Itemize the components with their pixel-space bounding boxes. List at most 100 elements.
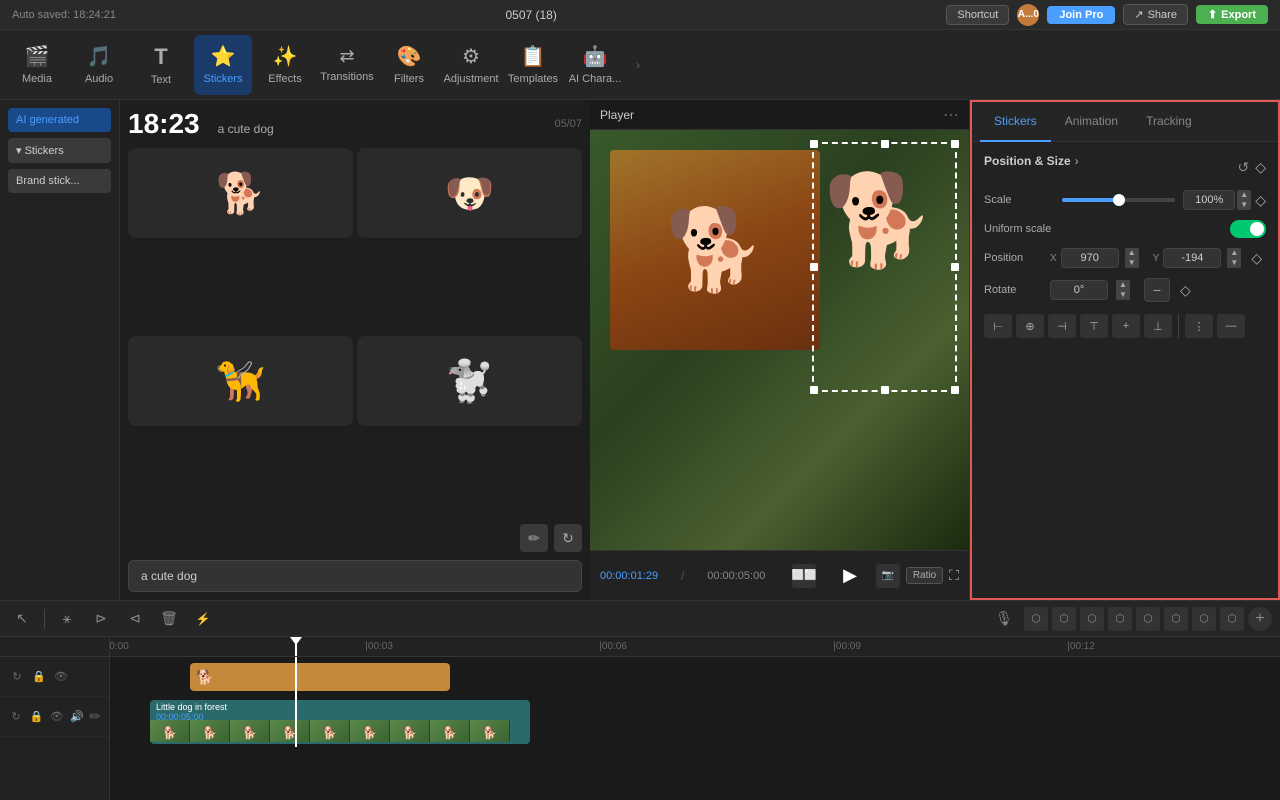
align-right-button[interactable]: ⊣	[1048, 314, 1076, 338]
timeline-btn-4[interactable]: ⬡	[1108, 607, 1132, 631]
ratio-button[interactable]: Ratio	[906, 567, 943, 584]
timeline-btn-5[interactable]: ⬡	[1136, 607, 1160, 631]
video-edit-button[interactable]: ✏	[89, 708, 101, 725]
sticker-eye-button[interactable]: 👁	[52, 668, 70, 686]
timeline-btn-3[interactable]: ⬡	[1080, 607, 1104, 631]
video-audio-button[interactable]: 🔊	[69, 708, 85, 726]
tab-tracking[interactable]: Tracking	[1132, 102, 1206, 142]
ai-generated-button[interactable]: AI generated	[8, 108, 111, 132]
sticker-edit-button[interactable]: ✏	[520, 524, 548, 552]
frame-type-button[interactable]: ⬜⬜	[792, 564, 816, 588]
video-clip[interactable]: Little dog in forest 00:00:05:00 🐕 🐕 🐕 🐕…	[150, 700, 530, 744]
fullscreen-button[interactable]: ⛶	[949, 567, 959, 584]
tool-stickers[interactable]: ⭐ Stickers	[194, 35, 252, 95]
y-down-button[interactable]: ▼	[1227, 258, 1241, 268]
sticker-loop-button[interactable]: ↻	[8, 668, 26, 686]
reset-position-button[interactable]: ↺	[1237, 159, 1249, 176]
align-top-button[interactable]: ⊤	[1080, 314, 1108, 338]
tool-media[interactable]: 🎬 Media	[8, 35, 66, 95]
sticker-clip[interactable]: 🐕	[190, 663, 450, 691]
scale-diamond-button[interactable]: ◇	[1255, 192, 1266, 209]
sticker-lock-button[interactable]: 🔒	[30, 668, 48, 686]
select-tool-button[interactable]: ↖	[8, 605, 36, 633]
trim-end-button[interactable]: ⊲	[121, 605, 149, 633]
distribute-h-button[interactable]: ⋮	[1185, 314, 1213, 338]
x-up-button[interactable]: ▲	[1125, 248, 1139, 258]
rotate-up-button[interactable]: ▲	[1116, 280, 1130, 290]
sticker-item-1[interactable]: 🐕	[128, 148, 353, 238]
ruler-mark-9: |00:09	[833, 641, 861, 652]
video-lock-button[interactable]: 🔒	[28, 708, 44, 726]
timeline-btn-2[interactable]: ⬡	[1052, 607, 1076, 631]
speed-button[interactable]: ⚡	[189, 605, 217, 633]
tool-templates[interactable]: 📋 Templates	[504, 35, 562, 95]
timeline-btn-7[interactable]: ⬡	[1192, 607, 1216, 631]
align-center-v-button[interactable]: +	[1112, 314, 1140, 338]
sticker-item-3[interactable]: 🦮	[128, 336, 353, 426]
tab-stickers[interactable]: Stickers	[980, 102, 1051, 142]
handle-tc[interactable]	[881, 140, 889, 148]
timeline-btn-8[interactable]: ⬡	[1220, 607, 1244, 631]
tool-text[interactable]: T Text	[132, 35, 190, 95]
join-pro-button[interactable]: Join Pro	[1047, 6, 1115, 24]
y-up-button[interactable]: ▲	[1227, 248, 1241, 258]
play-button[interactable]: ▶	[843, 565, 857, 586]
tool-filters[interactable]: 🎨 Filters	[380, 35, 438, 95]
handle-bc[interactable]	[881, 386, 889, 394]
tool-transitions[interactable]: ⇄ Transitions	[318, 35, 376, 95]
playhead[interactable]	[295, 637, 297, 656]
brand-stickers-button[interactable]: Brand stick...	[8, 169, 111, 193]
handle-br[interactable]	[951, 386, 959, 394]
scale-down-button[interactable]: ▼	[1237, 200, 1251, 210]
rotate-minus-button[interactable]: −	[1144, 278, 1170, 302]
split-button[interactable]: ⚹	[53, 605, 81, 633]
diamond-reset-button[interactable]: ◇	[1255, 159, 1266, 176]
timeline-add-button[interactable]: +	[1248, 607, 1272, 631]
tool-ai-chars[interactable]: 🤖 AI Chara...	[566, 35, 624, 95]
player-menu-icon[interactable]: ⋯	[943, 105, 959, 125]
tool-adjustment[interactable]: ⚙ Adjustment	[442, 35, 500, 95]
sticker-item-2[interactable]: 🐶	[357, 148, 582, 238]
search-input[interactable]	[128, 560, 582, 592]
distribute-v-button[interactable]: —	[1217, 314, 1245, 338]
selection-box[interactable]	[812, 142, 957, 392]
handle-tr[interactable]	[951, 140, 959, 148]
export-button[interactable]: ⬆ Export	[1196, 5, 1268, 24]
align-left-button[interactable]: ⊢	[984, 314, 1012, 338]
position-diamond-button[interactable]: ◇	[1251, 250, 1262, 267]
stickers-category-button[interactable]: ▾ Stickers	[8, 138, 111, 163]
delete-button[interactable]: 🗑	[155, 605, 183, 633]
tool-effects[interactable]: ✨ Effects	[256, 35, 314, 95]
scale-slider[interactable]	[1062, 192, 1175, 208]
align-bottom-button[interactable]: ⊥	[1144, 314, 1172, 338]
handle-bl[interactable]	[810, 386, 818, 394]
uniform-scale-toggle[interactable]	[1230, 220, 1266, 238]
camera-btn[interactable]: 📷	[876, 564, 900, 588]
rotate-input[interactable]	[1050, 280, 1108, 300]
scale-slider-thumb[interactable]	[1113, 194, 1125, 206]
tool-audio[interactable]: 🎵 Audio	[70, 35, 128, 95]
timeline-btn-6[interactable]: ⬡	[1164, 607, 1188, 631]
x-input[interactable]	[1061, 248, 1119, 268]
share-button[interactable]: ↗ Share	[1123, 4, 1188, 25]
toolbar-more[interactable]: ›	[628, 35, 648, 95]
y-input[interactable]	[1163, 248, 1221, 268]
sticker-item-4[interactable]: 🐩	[357, 336, 582, 426]
shortcut-button[interactable]: Shortcut	[946, 5, 1009, 25]
video-eye-button[interactable]: 👁	[49, 708, 65, 726]
rotate-diamond-button[interactable]: ◇	[1180, 282, 1191, 299]
timeline-btn-1[interactable]: ⬡	[1024, 607, 1048, 631]
sticker-refresh-button[interactable]: ↻	[554, 524, 582, 552]
handle-ml[interactable]	[810, 263, 818, 271]
scale-input[interactable]	[1183, 190, 1235, 210]
tab-animation[interactable]: Animation	[1051, 102, 1132, 142]
scale-up-button[interactable]: ▲	[1237, 190, 1251, 200]
handle-tl[interactable]	[810, 140, 818, 148]
mic-button[interactable]: 🎙	[990, 605, 1018, 633]
video-loop-button[interactable]: ↻	[8, 708, 24, 726]
handle-mr[interactable]	[951, 263, 959, 271]
rotate-down-button[interactable]: ▼	[1116, 290, 1130, 300]
align-center-h-button[interactable]: ⊕	[1016, 314, 1044, 338]
trim-start-button[interactable]: ⊳	[87, 605, 115, 633]
x-down-button[interactable]: ▼	[1125, 258, 1139, 268]
